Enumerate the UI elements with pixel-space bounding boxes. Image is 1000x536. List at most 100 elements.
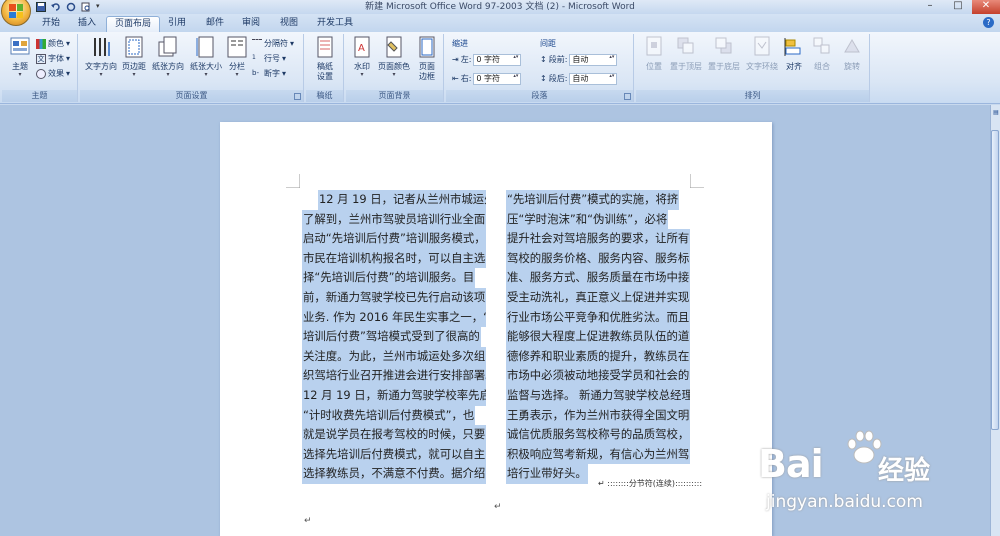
theme-effects-button[interactable]: 效果 ▾ [36,67,70,80]
text-column-right[interactable]: “先培训后付费”模式的实施，将挤 压“学时泡沫”和“伪训练”，必将 提升社会对驾… [506,190,690,484]
maximize-button[interactable]: □ [944,0,972,14]
document-page[interactable]: 12 月 19 日，记者从兰州市城运处 了解到，兰州市驾驶员培训行业全面 启动“… [220,122,772,536]
hyphenation-button[interactable]: b- 断字 ▾ [252,67,286,80]
font-a-icon: 文 [36,53,46,64]
group-label-paragraph: 段落 [446,90,633,102]
align-button[interactable]: 对齐 [782,36,806,72]
size-button[interactable]: 纸张大小 ▾ [188,36,224,78]
crop-mark-top-right [690,174,704,188]
tab-page-layout[interactable]: 页面布局 [106,16,160,32]
text-line: 监督与选择。 新通力驾驶学校总经理 [506,385,690,406]
bring-to-front-button[interactable]: 置于顶层 [668,36,704,72]
margins-icon [125,36,143,58]
text-line: 受主动洗礼，真正意义上促进并实现 [506,287,690,308]
paragraph-launcher[interactable] [624,93,631,100]
indent-left-spinner[interactable]: ⇥ 左: 0 字符 [452,53,522,66]
group-objects-icon [813,37,830,54]
rotate-button[interactable]: 旋转 [838,36,866,72]
breaks-button[interactable]: 分隔符 ▾ [252,37,294,50]
text-line: 准、服务方式、服务质量在市场中接 [506,268,690,288]
group-label-arrange: 排列 [636,90,869,102]
tab-review[interactable]: 审阅 [236,16,266,32]
text-line: “计时收费先培训后付费模式”，也 [302,405,486,426]
themes-button[interactable]: 主题 ▾ [6,36,34,78]
group-label-page-setup: 页面设置 [80,90,303,102]
indent-right-icon: ⇤ [452,74,459,83]
text-line: 诚信优质服务驾校称号的品质驾校， [506,425,690,445]
text-direction-button[interactable]: 文字方向 ▾ [84,36,118,78]
text-line: 选择先培训后付费模式，就可以自主 [302,444,486,465]
draft-paper-button[interactable]: 稿纸 设置 [310,36,340,82]
line-numbers-button[interactable]: 1 行号 ▾ [252,52,286,65]
margins-button[interactable]: 页边距 ▾ [120,36,148,78]
page-color-button[interactable]: 页面颜色 ▾ [376,36,412,78]
orientation-button[interactable]: 纸张方向 ▾ [150,36,186,78]
page-borders-button[interactable]: 页面 边框 [414,36,440,82]
page-setup-launcher[interactable] [294,93,301,100]
spacing-after-spinner[interactable]: ↕ 段后: 自动 [540,72,618,85]
rotate-icon [844,39,860,53]
section-break-marker: ↵ ::::::::分节符(连续):::::::::: [598,479,703,488]
columns-button[interactable]: 分栏 ▾ [226,36,248,78]
group-label-page-background: 页面背景 [346,90,443,102]
help-icon[interactable]: ? [983,17,994,28]
ribbon-tabs: 开始 插入 页面布局 引用 邮件 审阅 视图 开发工具 ? [0,14,1000,32]
tab-references[interactable]: 引用 [162,16,192,32]
group-page-setup: 文字方向 ▾ 页边距 ▾ 纸张方向 ▾ 纸张大小 ▾ 分栏 ▾ 分隔符 ▾ 1 行号 ▾ b- 断… [80,34,304,102]
tab-view[interactable]: 视图 [274,16,304,32]
spacing-before-input[interactable]: 自动 [569,53,618,66]
close-button[interactable]: ✕ [972,0,1000,14]
text-line: 培训后付费”驾培模式受到了很高的 [302,327,486,347]
theme-fonts-button[interactable]: 文字体 ▾ [36,52,70,65]
text-wrapping-button[interactable]: 文字环绕 [742,36,782,72]
crop-mark-top-left [286,174,300,188]
tab-home[interactable]: 开始 [36,16,66,32]
text-direction-icon [94,38,110,56]
breaks-icon [252,38,262,49]
theme-colors-button[interactable]: 颜色 ▾ [36,37,70,50]
group-themes: 主题 ▾ 颜色 ▾ 文字体 ▾ 效果 ▾ 主题 [2,34,78,102]
ruler-toggle-icon[interactable]: ▤ [992,109,1000,117]
text-column-left[interactable]: 12 月 19 日，记者从兰州市城运处 了解到，兰州市驾驶员培训行业全面 启动“… [302,190,486,484]
tab-insert[interactable]: 插入 [72,16,102,32]
spacing-after-input[interactable]: 自动 [569,72,618,85]
watermark-brand: Bai [758,442,824,486]
watermark-icon: A [354,36,370,58]
watermark-url: jingyan.baidu.com [766,492,923,512]
text-line: 驾校的服务价格、服务内容、服务标 [506,248,690,269]
scrollbar-thumb[interactable] [991,130,999,430]
position-button[interactable]: 位置 [640,36,668,72]
text-line: 压“学时泡沫”和“伪训练”，必将 [506,209,690,230]
text-wrap-icon [754,36,770,56]
text-line: 选择教练员，不满意不付费。据介绍， [302,464,486,484]
tab-developer[interactable]: 开发工具 [312,16,358,32]
group-label-themes: 主题 [2,90,77,102]
indent-right-input[interactable]: 0 字符 [473,72,522,85]
tab-mailings[interactable]: 邮件 [200,16,230,32]
minimize-button[interactable]: – [916,0,944,14]
position-icon [646,36,662,56]
spacing-after-icon: ↕ [540,74,547,83]
hyphenation-icon: b- [252,68,259,77]
bring-front-icon [677,37,694,54]
group-label-draft-paper: 稿纸 [306,90,343,102]
paragraph-mark: ↵ [494,502,502,512]
orientation-icon [158,36,177,57]
text-line: 择“先培训后付费”的培训服务。目 [302,268,486,288]
text-line: 关注度。为此，兰州市城运处多次组 [302,346,486,367]
group-objects-button[interactable]: 组合 [808,36,836,72]
columns-icon [227,36,247,58]
send-to-back-button[interactable]: 置于底层 [706,36,742,72]
spacing-before-icon: ↕ [540,55,547,64]
page-borders-icon [419,36,435,58]
indent-right-spinner[interactable]: ⇤ 右: 0 字符 [452,72,522,85]
effects-icon [36,68,46,79]
indent-left-input[interactable]: 0 字符 [473,53,522,66]
watermark-brand-cn: 经验 [878,456,931,486]
watermark-button[interactable]: A 水印 ▾ [350,36,374,78]
office-logo-icon [9,4,23,18]
group-draft-paper: 稿纸 设置 稿纸 [306,34,344,102]
paper-size-icon [196,36,214,58]
palette-icon [36,38,46,49]
spacing-before-spinner[interactable]: ↕ 段前: 自动 [540,53,618,66]
